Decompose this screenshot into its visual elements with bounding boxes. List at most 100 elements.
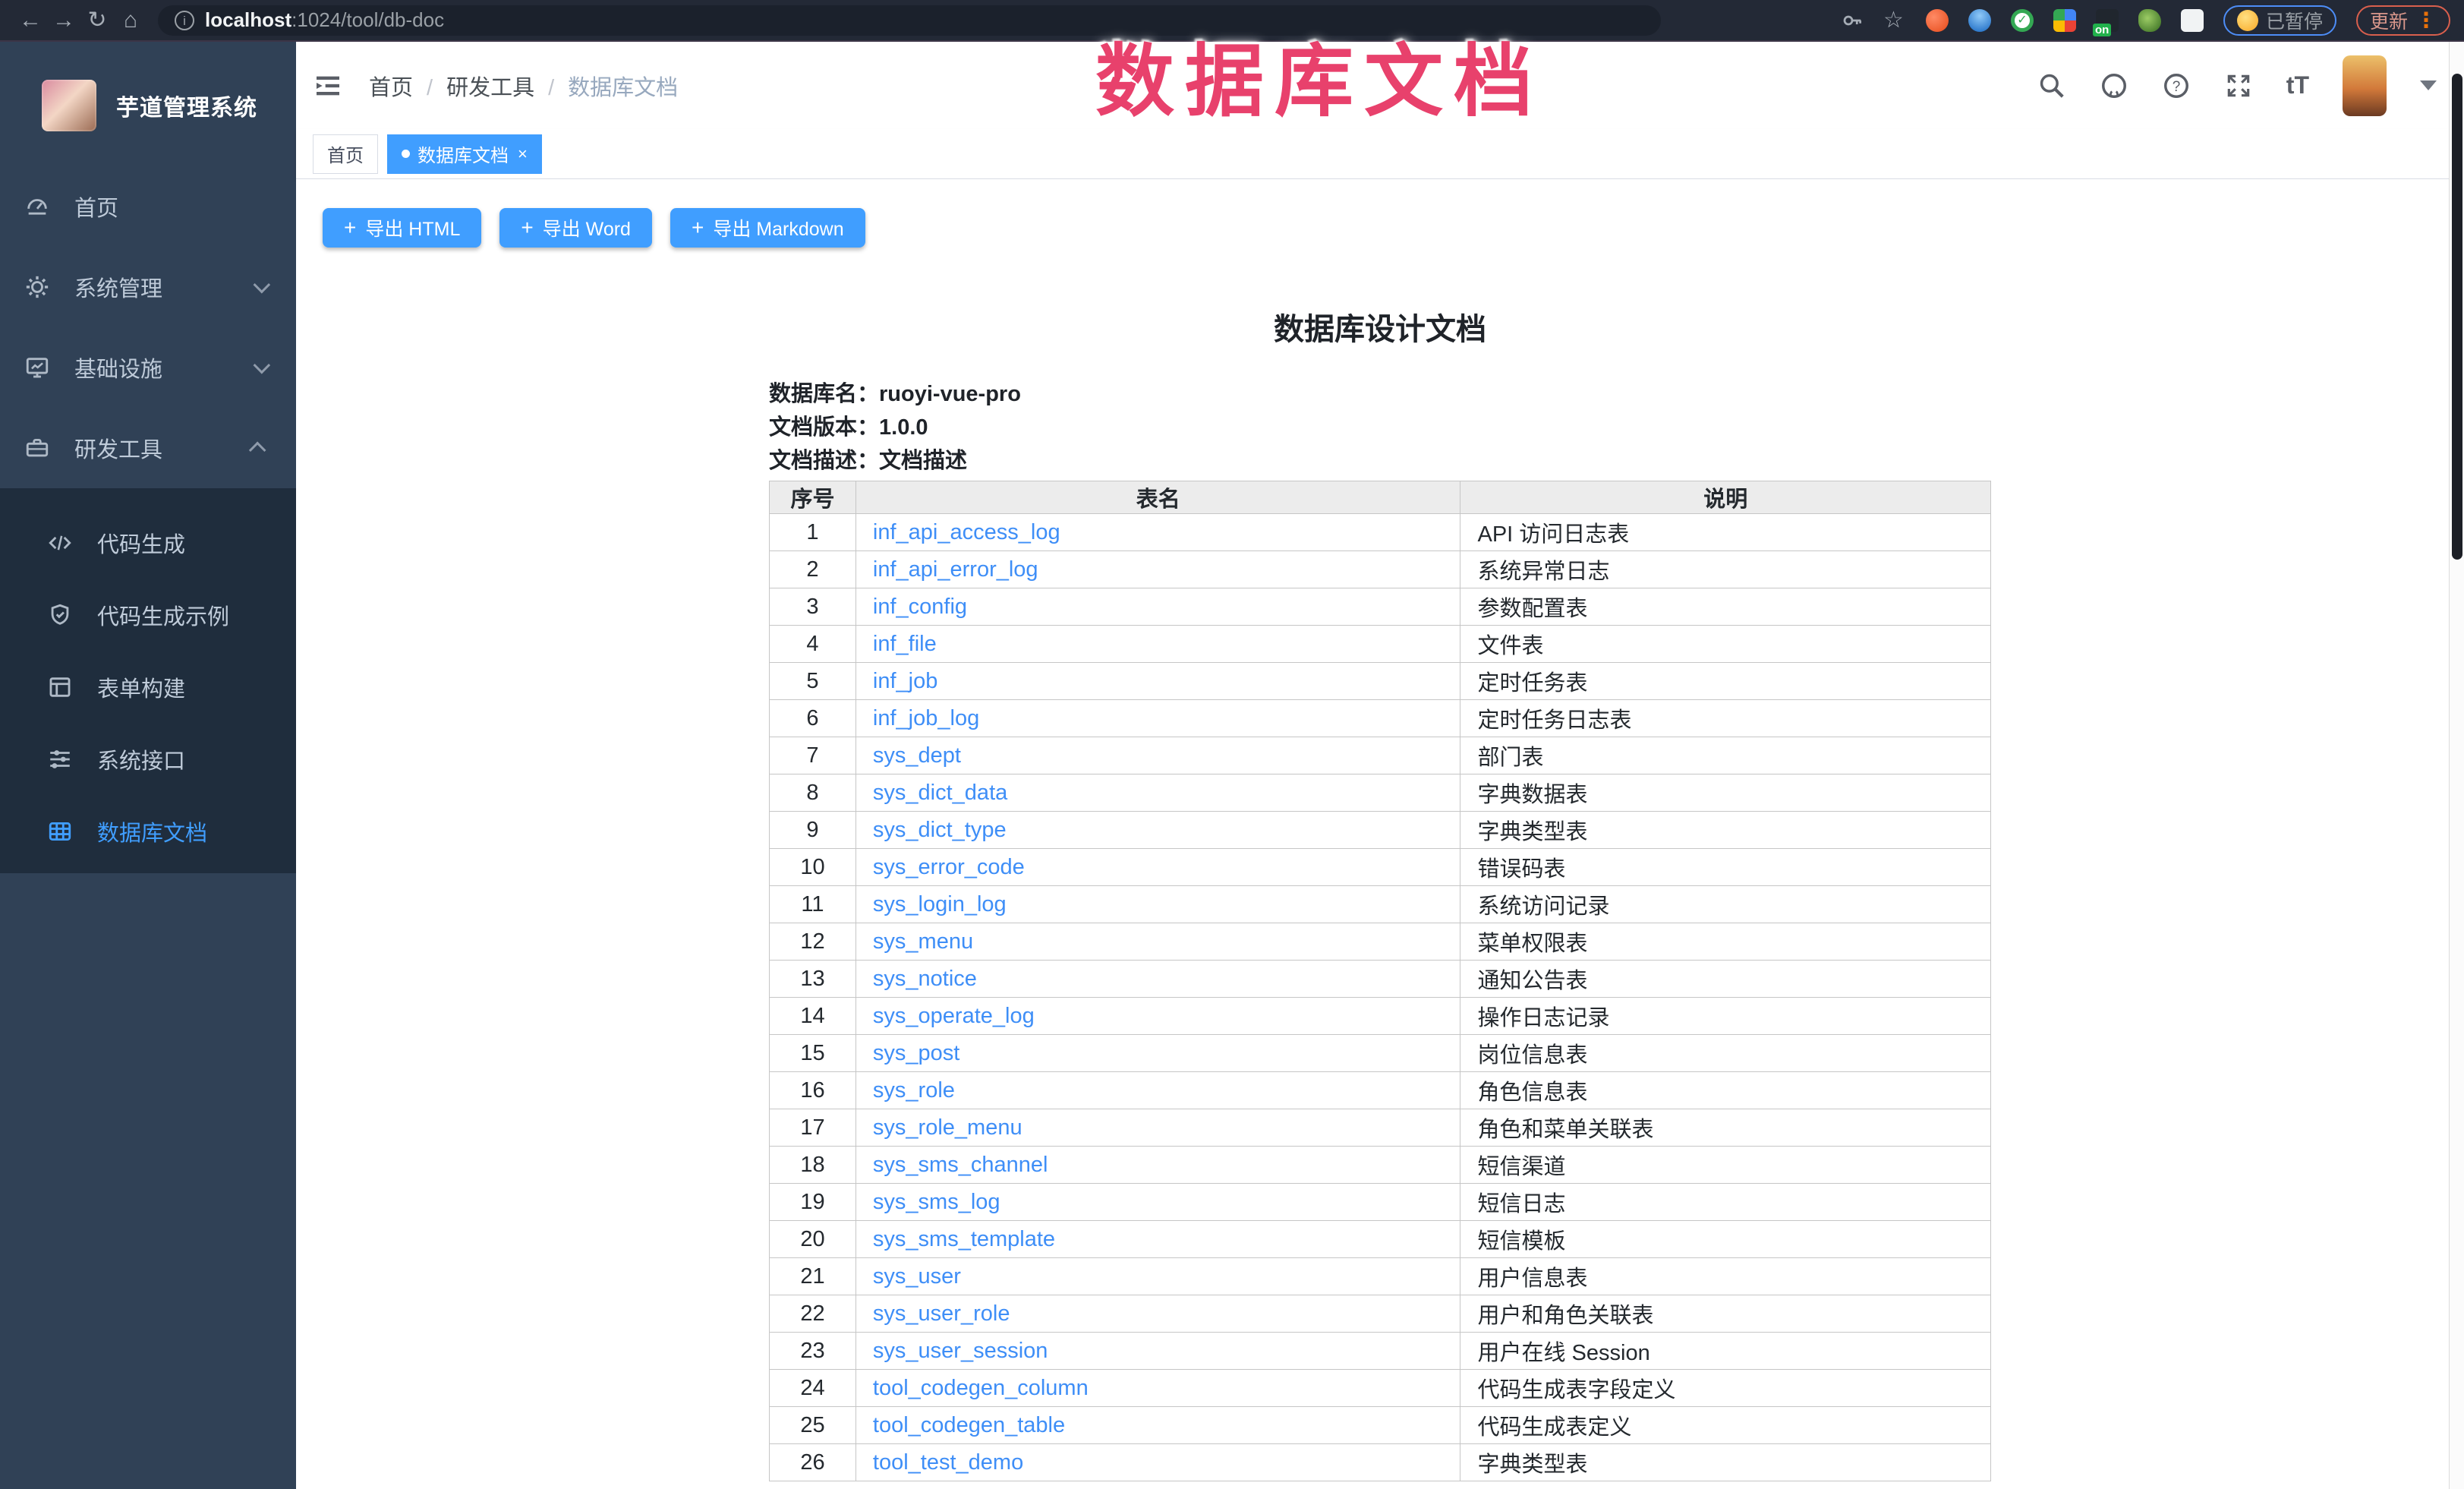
- table-name-link[interactable]: inf_api_error_log: [873, 557, 1038, 582]
- extension-icon[interactable]: [1968, 9, 1991, 32]
- row-table-name: sys_login_log: [855, 886, 1460, 923]
- table-name-link[interactable]: sys_sms_log: [873, 1190, 1000, 1214]
- github-icon[interactable]: [2100, 71, 2128, 100]
- extension-icon[interactable]: ✓: [2011, 9, 2034, 32]
- table-name-link[interactable]: sys_user_role: [873, 1301, 1010, 1326]
- row-index: 15: [770, 1035, 856, 1072]
- app-logo-row[interactable]: 芋道管理系统: [0, 42, 296, 156]
- table-name-link[interactable]: sys_notice: [873, 967, 977, 991]
- browser-reload-button[interactable]: ↻: [80, 7, 114, 33]
- chevron-icon: [254, 276, 271, 294]
- table-name-link[interactable]: sys_dept: [873, 743, 961, 768]
- site-info-icon[interactable]: i: [175, 11, 194, 30]
- password-key-icon[interactable]: [1841, 9, 1864, 32]
- breadcrumb-item[interactable]: 首页: [369, 70, 413, 102]
- table-name-link[interactable]: inf_job_log: [873, 706, 979, 730]
- table-row: 2 inf_api_error_log 系统异常日志: [770, 551, 1991, 588]
- browser-home-button[interactable]: ⌂: [114, 8, 147, 33]
- row-table-name: inf_api_access_log: [855, 514, 1460, 551]
- sidebar-menu-item[interactable]: 基础设施: [0, 327, 296, 408]
- sidebar-submenu-item[interactable]: 代码生成示例: [0, 579, 296, 651]
- row-description: 错误码表: [1460, 849, 1991, 886]
- table-name-link[interactable]: sys_role: [873, 1078, 955, 1103]
- row-description: 系统异常日志: [1460, 551, 1991, 588]
- row-description: 字典类型表: [1460, 1444, 1991, 1481]
- sidebar-submenu-item[interactable]: 表单构建: [0, 651, 296, 723]
- breadcrumb-item[interactable]: 研发工具: [413, 70, 534, 102]
- table-name-link[interactable]: sys_user: [873, 1264, 961, 1289]
- caret-down-icon[interactable]: [2420, 80, 2437, 90]
- table-name-link[interactable]: sys_menu: [873, 929, 973, 954]
- sidebar-menu-item[interactable]: 研发工具: [0, 408, 296, 488]
- view-tab[interactable]: 首页 ×: [313, 134, 378, 174]
- table-name-link[interactable]: inf_file: [873, 632, 937, 656]
- menu-item-label: 系统管理: [74, 271, 162, 303]
- table-name-link[interactable]: sys_sms_channel: [873, 1153, 1048, 1177]
- export-button[interactable]: + 导出 HTML: [323, 208, 481, 248]
- table-row: 15 sys_post 岗位信息表: [770, 1035, 1991, 1072]
- row-index: 14: [770, 998, 856, 1035]
- table-name-link[interactable]: sys_user_session: [873, 1339, 1048, 1363]
- close-icon[interactable]: ×: [518, 144, 528, 164]
- export-button[interactable]: + 导出 Word: [499, 208, 652, 248]
- breadcrumb-item[interactable]: 数据库文档: [534, 70, 678, 102]
- view-tab[interactable]: 数据库文档 ×: [387, 134, 542, 174]
- table-row: 20 sys_sms_template 短信模板: [770, 1221, 1991, 1258]
- font-size-icon[interactable]: tT: [2286, 71, 2309, 99]
- extension-icon[interactable]: [1926, 9, 1949, 32]
- table-name-link[interactable]: sys_dict_type: [873, 818, 1007, 842]
- row-description: 操作日志记录: [1460, 998, 1991, 1035]
- user-avatar[interactable]: [2343, 55, 2387, 116]
- extension-icon[interactable]: on: [2096, 9, 2119, 32]
- table-name-link[interactable]: sys_sms_template: [873, 1227, 1055, 1251]
- table-row: 24 tool_codegen_column 代码生成表字段定义: [770, 1370, 1991, 1407]
- table-name-link[interactable]: sys_login_log: [873, 892, 1007, 916]
- help-icon[interactable]: ?: [2162, 71, 2191, 100]
- sidebar-menu-item[interactable]: 首页: [0, 166, 296, 247]
- extension-icon[interactable]: [2138, 9, 2161, 32]
- browser-back-button[interactable]: ←: [14, 8, 47, 33]
- plus-icon: +: [692, 217, 704, 238]
- browser-menu-icon[interactable]: ⋮: [2415, 13, 2437, 28]
- table-name-link[interactable]: tool_codegen_table: [873, 1413, 1065, 1437]
- table-row: 12 sys_menu 菜单权限表: [770, 923, 1991, 961]
- doc-info-line: 文档版本：1.0.0: [769, 411, 1991, 444]
- extensions-puzzle-icon[interactable]: [2181, 9, 2204, 32]
- app-logo: [42, 80, 96, 131]
- sidebar-submenu-item[interactable]: 代码生成: [0, 506, 296, 579]
- sidebar-submenu-item[interactable]: 数据库文档: [0, 795, 296, 867]
- row-table-name: sys_sms_log: [855, 1184, 1460, 1221]
- menu-item-label: 首页: [74, 191, 118, 222]
- sidebar-submenu-item[interactable]: 系统接口: [0, 723, 296, 795]
- row-index: 6: [770, 700, 856, 737]
- row-description: 定时任务日志表: [1460, 700, 1991, 737]
- table-name-link[interactable]: sys_role_menu: [873, 1115, 1022, 1140]
- table-name-link[interactable]: sys_operate_log: [873, 1004, 1035, 1028]
- table-name-link[interactable]: inf_config: [873, 595, 967, 619]
- browser-forward-button[interactable]: →: [47, 8, 80, 33]
- table-name-link[interactable]: sys_error_code: [873, 855, 1025, 879]
- table-name-link[interactable]: tool_test_demo: [873, 1450, 1023, 1475]
- vertical-scrollbar[interactable]: [2449, 42, 2464, 1489]
- paused-extension-badge[interactable]: 已暂停: [2223, 5, 2336, 36]
- table-row: 7 sys_dept 部门表: [770, 737, 1991, 774]
- scrollbar-thumb[interactable]: [2452, 74, 2462, 560]
- export-button[interactable]: + 导出 Markdown: [670, 208, 865, 248]
- column-header-name: 表名: [855, 481, 1460, 514]
- table-row: 10 sys_error_code 错误码表: [770, 849, 1991, 886]
- sidebar-menu-item[interactable]: 系统管理: [0, 247, 296, 327]
- svg-text:?: ?: [2173, 79, 2181, 95]
- bookmark-star-icon[interactable]: ☆: [1883, 9, 1906, 32]
- table-name-link[interactable]: inf_api_access_log: [873, 520, 1060, 544]
- extension-icon[interactable]: [2053, 9, 2076, 32]
- row-description: 用户在线 Session: [1460, 1333, 1991, 1370]
- table-name-link[interactable]: sys_dict_data: [873, 781, 1007, 805]
- row-index: 9: [770, 812, 856, 849]
- sidebar-fold-icon[interactable]: [313, 71, 343, 101]
- table-name-link[interactable]: sys_post: [873, 1041, 959, 1065]
- table-name-link[interactable]: inf_job: [873, 669, 937, 693]
- search-icon[interactable]: [2037, 71, 2066, 100]
- table-name-link[interactable]: tool_codegen_column: [873, 1376, 1089, 1400]
- browser-update-button[interactable]: 更新 ⋮: [2356, 5, 2450, 36]
- fullscreen-icon[interactable]: [2224, 71, 2253, 100]
